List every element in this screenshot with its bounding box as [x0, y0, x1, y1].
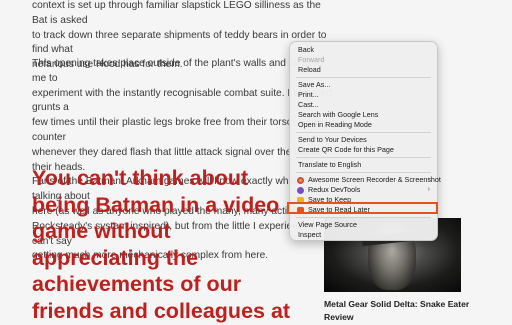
article-line: experiment with the instantly recognisab…	[32, 87, 333, 114]
article-line: This opening takes place outside of the …	[32, 58, 324, 84]
menu-item-back[interactable]: Back	[290, 45, 437, 55]
menu-item-view-page-source[interactable]: View Page Source	[290, 220, 437, 230]
menu-item-label: Awesome Screen Recorder & Screenshot	[308, 175, 441, 184]
menu-separator	[296, 157, 431, 158]
redux-devtools-icon	[297, 187, 304, 194]
article-line: to track down three separate shipments o…	[32, 29, 327, 56]
menu-separator	[296, 77, 431, 78]
menu-item-save-as[interactable]: Save As...	[290, 80, 437, 90]
article-line: few times until their plastic legs broke…	[32, 117, 318, 143]
menu-item-label: Redux DevTools	[308, 185, 361, 194]
menu-item-save-to-read-later[interactable]: Save to Read Later	[290, 205, 437, 215]
menu-item-create-qr-code[interactable]: Create QR Code for this Page	[290, 145, 437, 155]
related-article-title[interactable]: Metal Gear Solid Delta: Snake Eater Revi…	[324, 298, 484, 323]
google-keep-icon	[297, 197, 304, 204]
screen-recorder-icon	[297, 177, 304, 184]
chevron-right-icon: ›	[427, 186, 430, 193]
menu-item-label: Save to Read Later	[308, 205, 370, 214]
menu-item-forward: Forward	[298, 55, 325, 64]
caption-line: Metal Gear Solid Delta: Snake Eater	[324, 299, 470, 309]
menu-item-redux-devtools[interactable]: Redux DevTools ›	[290, 185, 437, 195]
menu-item-save-to-keep[interactable]: Save to Keep	[290, 195, 437, 205]
pull-quote-line: friends and colleagues at	[32, 298, 291, 323]
article-line: context is set up through familiar slaps…	[32, 0, 321, 26]
pull-quote-line: achievements of our	[32, 272, 242, 297]
pull-quote-line: being Batman in a video	[32, 192, 280, 217]
chevron-right-icon: ›	[427, 176, 430, 183]
menu-item-translate[interactable]: Translate to English	[290, 160, 437, 170]
pull-quote-line: game without	[32, 219, 171, 244]
menu-separator	[296, 172, 431, 173]
menu-item-reload[interactable]: Reload	[290, 65, 437, 75]
bookmark-icon	[297, 207, 304, 214]
menu-item-cast[interactable]: Cast...	[290, 100, 437, 110]
menu-item-label: Save to Keep	[308, 195, 352, 204]
menu-item-inspect[interactable]: Inspect	[290, 230, 437, 240]
browser-context-menu: Back Forward Reload Save As... Print... …	[289, 41, 441, 241]
pull-quote-line: You can't think about	[32, 166, 249, 190]
menu-item-search-google-lens[interactable]: Search with Google Lens	[290, 110, 437, 120]
menu-item-screen-recorder[interactable]: Awesome Screen Recorder & Screenshot ›	[290, 175, 441, 185]
caption-line: Review	[324, 311, 354, 322]
menu-item-send-to-devices[interactable]: Send to Your Devices	[290, 135, 437, 145]
pull-quote: You can't think about being Batman in a …	[32, 165, 328, 325]
pull-quote-line: appreciating the	[32, 245, 199, 270]
menu-item-reading-mode[interactable]: Open in Reading Mode	[290, 120, 437, 130]
menu-separator	[296, 217, 431, 218]
menu-separator	[296, 132, 431, 133]
menu-item-print[interactable]: Print...	[290, 90, 437, 100]
